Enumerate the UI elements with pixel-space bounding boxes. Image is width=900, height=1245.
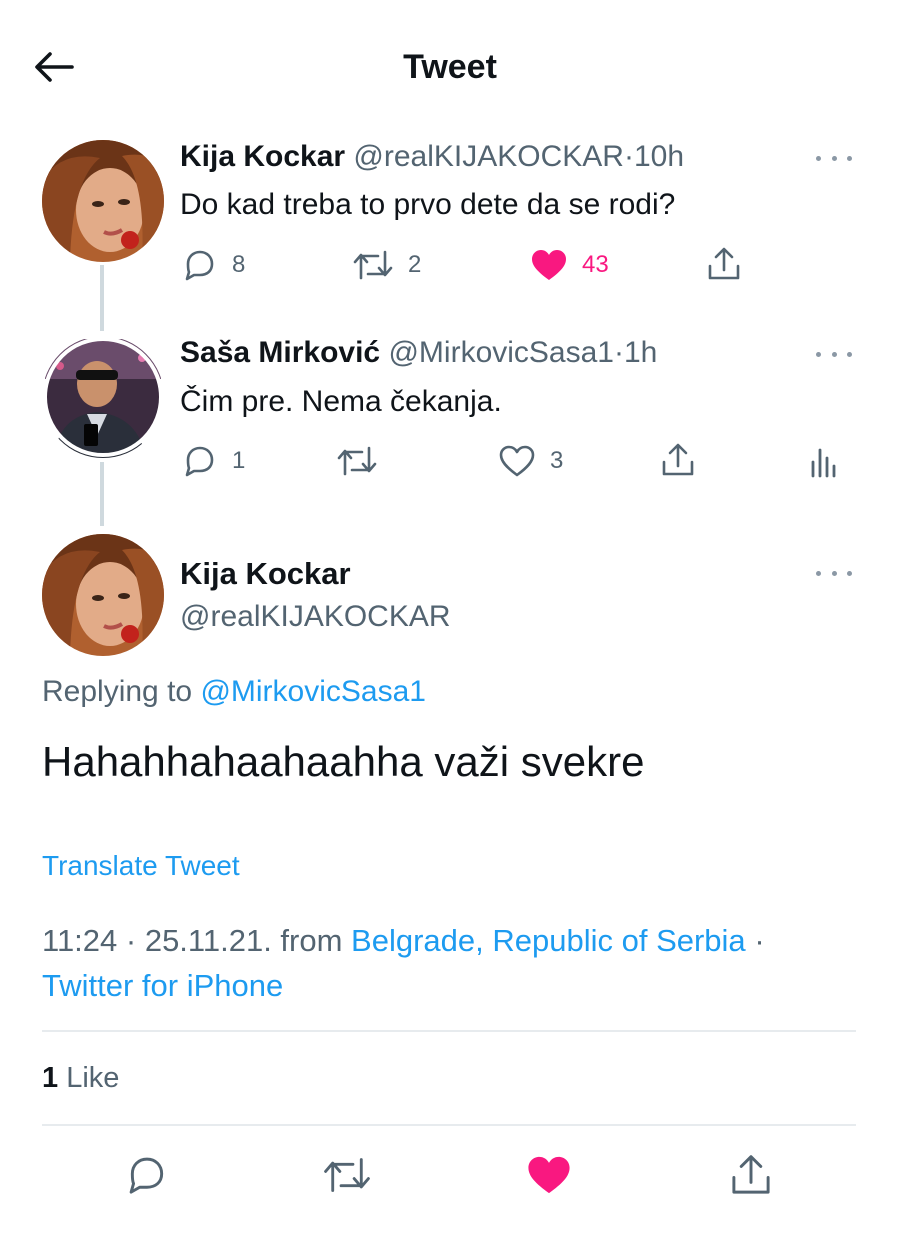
more-options-button[interactable] (816, 344, 852, 364)
separator-dot: · (613, 336, 624, 369)
source-link[interactable]: Twitter for iPhone (42, 968, 283, 1003)
retweet-count: 2 (408, 251, 422, 278)
likes-summary[interactable]: 1 Like (42, 1062, 119, 1095)
retweet-icon (353, 250, 393, 280)
author-name[interactable]: Kija Kockar (180, 140, 345, 173)
likes-label: Like (66, 1062, 120, 1094)
author-handle[interactable]: @realKIJAKOCKAR (353, 140, 624, 173)
like-button[interactable] (524, 1150, 574, 1200)
tweet-text: Hahahhahaahaahha važi svekre (42, 738, 645, 785)
separator-dot: · (623, 140, 634, 173)
reply-count: 8 (232, 251, 246, 278)
like-button[interactable]: 43 (530, 248, 609, 282)
replying-label: Replying to (42, 675, 193, 708)
tweet-timestamp: 11:24 · 25.11.21. from (42, 923, 343, 958)
author-name[interactable]: Kija Kockar (180, 556, 351, 592)
separator-dot: · (754, 923, 765, 958)
like-count: 3 (550, 447, 564, 474)
reply-button[interactable]: 1 (182, 444, 245, 478)
reply-button[interactable] (122, 1150, 172, 1200)
replying-handle-link[interactable]: @MirkovicSasa1 (200, 675, 426, 708)
retweet-button[interactable] (322, 1150, 372, 1200)
share-button[interactable] (726, 1150, 776, 1200)
divider (42, 1030, 856, 1032)
more-options-button[interactable] (816, 148, 852, 168)
heart-filled-icon (532, 250, 566, 280)
author-name[interactable]: Saša Mirković (180, 336, 380, 369)
share-icon (732, 1155, 770, 1194)
avatar[interactable] (42, 336, 164, 458)
tweet-header: Saša Mirković @MirkovicSasa1·1h (180, 336, 657, 370)
share-button[interactable] (660, 442, 696, 478)
page-title: Tweet (403, 48, 497, 86)
heart-filled-icon (528, 1156, 570, 1194)
analytics-icon (811, 448, 836, 478)
retweet-icon (337, 446, 377, 476)
tweet-meta: 11:24 · 25.11.21. from Belgrade, Republi… (42, 918, 862, 1008)
reply-icon (185, 250, 214, 281)
location-link[interactable]: Belgrade, Republic of Serbia (351, 923, 746, 958)
more-options-button[interactable] (816, 563, 852, 583)
likes-count: 1 (42, 1062, 59, 1094)
tweet-text: Čim pre. Nema čekanja. (180, 385, 502, 418)
tweet-header: Kija Kockar @realKIJAKOCKAR·10h (180, 140, 684, 174)
thread-connector (100, 265, 104, 331)
author-handle[interactable]: @MirkovicSasa1 (388, 336, 614, 369)
heart-icon (499, 445, 535, 477)
avatar[interactable] (42, 140, 164, 262)
reply-count: 1 (232, 447, 246, 474)
like-count: 43 (582, 251, 609, 278)
retweet-button[interactable]: 2 (352, 248, 421, 282)
replying-to: Replying to @MirkovicSasa1 (42, 675, 426, 709)
tweet-text: Do kad treba to prvo dete da se rodi? (180, 188, 676, 221)
author-handle[interactable]: @realKIJAKOCKAR (180, 600, 451, 634)
divider (42, 1124, 856, 1126)
retweet-icon (324, 1158, 370, 1192)
more-icon (816, 155, 821, 161)
more-icon (816, 351, 821, 357)
reply-icon (185, 446, 214, 477)
top-bar: Tweet (0, 0, 900, 130)
share-icon (662, 443, 694, 476)
share-icon (708, 247, 740, 280)
retweet-button[interactable] (336, 444, 392, 478)
reply-icon (129, 1157, 164, 1194)
more-icon (816, 570, 821, 576)
translate-tweet-link[interactable]: Translate Tweet (42, 850, 240, 882)
avatar[interactable] (42, 534, 164, 656)
share-button[interactable] (706, 246, 742, 282)
thread-connector (100, 462, 104, 526)
reply-button[interactable]: 8 (182, 248, 245, 282)
analytics-button[interactable] (808, 444, 838, 478)
tweet-time[interactable]: 10h (634, 140, 684, 173)
like-button[interactable]: 3 (498, 444, 563, 478)
tweet-time[interactable]: 1h (624, 336, 657, 369)
